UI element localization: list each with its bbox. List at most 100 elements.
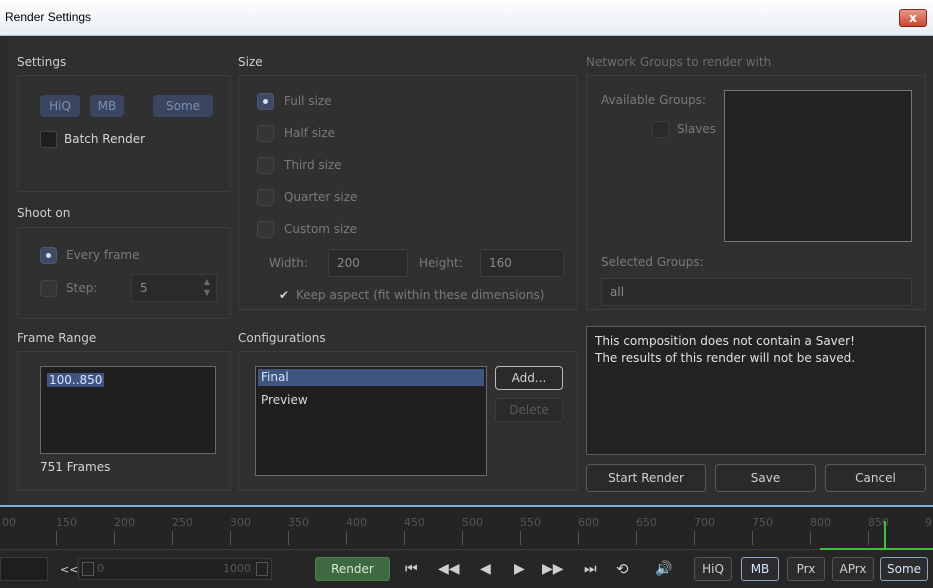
frame-range-label: Frame Range (17, 331, 97, 345)
frame-count: 751 Frames (40, 460, 111, 474)
close-icon: x (909, 11, 917, 25)
shoot-on-group: Every frame Step: 5 ▲ ▼ (17, 227, 231, 319)
warning-message: This composition does not contain a Save… (586, 326, 926, 455)
timeline-hiq-button[interactable]: HiQ (694, 557, 732, 581)
step-forward-icon[interactable]: ▶▶ (542, 561, 564, 577)
config-item-final[interactable]: Final (258, 369, 484, 386)
step-spinbox[interactable]: 5 ▲ ▼ (131, 274, 217, 302)
close-button[interactable]: x (899, 9, 927, 27)
slaves-label: Slaves (677, 122, 717, 136)
ruler-tick (752, 531, 753, 545)
ruler-tick-label: 600 (578, 516, 599, 529)
step-label: Step: (66, 281, 98, 295)
step-back-icon[interactable]: ◀◀ (438, 561, 460, 577)
save-button[interactable]: Save (715, 464, 816, 492)
ruler-tick (230, 531, 231, 545)
ruler-tick (56, 531, 57, 545)
ruler-tick (462, 531, 463, 545)
go-to-end-icon[interactable]: ⏭ (584, 561, 597, 577)
add-button[interactable]: Add... (495, 366, 563, 390)
ruler-tick (694, 531, 695, 545)
timeline-some-button[interactable]: Some (880, 557, 928, 581)
network-groups-group: Available Groups: Slaves Selected Groups… (586, 75, 926, 310)
loop-icon[interactable]: ⟲ (616, 561, 629, 577)
step-radio[interactable] (40, 280, 57, 297)
render-settings-dialog: Settings HiQ MB Some Batch Render Shoot … (8, 37, 933, 505)
transport-bar: << 0 1000 Render ⏮ ◀◀ ◀ ▶ ▶▶ ⏭ ⟲ 🔊 HiQ M… (0, 551, 933, 588)
range-start-value: 0 (97, 562, 104, 575)
ruler-tick (578, 531, 579, 545)
config-item-preview[interactable]: Preview (258, 392, 484, 409)
go-to-start-icon[interactable]: ⏮ (405, 561, 418, 577)
third-size-label: Third size (284, 158, 342, 172)
every-frame-label: Every frame (66, 248, 140, 262)
batch-render-checkbox[interactable] (40, 131, 57, 148)
ruler-tick (520, 531, 521, 545)
range-end-handle[interactable] (256, 562, 268, 576)
configurations-group: Final Preview Add... Delete (238, 351, 578, 491)
range-end-value: 1000 (223, 562, 251, 575)
third-size-radio[interactable] (257, 157, 274, 174)
ruler-tick-label: 350 (288, 516, 309, 529)
custom-size-label: Custom size (284, 222, 358, 236)
batch-render-label: Batch Render (64, 132, 146, 146)
available-groups-list[interactable] (724, 90, 912, 242)
render-button[interactable]: Render (315, 557, 390, 581)
selected-groups-field[interactable]: all (601, 278, 912, 306)
ruler-tick-label: 150 (56, 516, 77, 529)
spinner-arrows-icon[interactable]: ▲ ▼ (204, 276, 210, 298)
keep-aspect-check-icon[interactable]: ✔ (279, 288, 289, 302)
height-field[interactable]: 160 (480, 249, 564, 277)
ruler-tick-label: 9 (925, 516, 932, 529)
half-size-label: Half size (284, 126, 336, 140)
timeline-mb-button[interactable]: MB (741, 557, 779, 581)
frame-range-input[interactable]: 100..850 (40, 366, 216, 454)
slaves-checkbox[interactable] (652, 121, 669, 138)
timeline-aprx-button[interactable]: APrx (832, 557, 874, 581)
network-groups-label: Network Groups to render with (586, 55, 772, 69)
warning-line-1: This composition does not contain a Save… (595, 334, 855, 348)
current-frame-field[interactable] (0, 557, 48, 581)
size-label: Size (238, 55, 263, 69)
mb-button[interactable]: MB (90, 95, 124, 117)
configurations-list[interactable]: Final Preview (255, 366, 487, 476)
play-reverse-icon[interactable]: ◀ (480, 561, 491, 577)
ruler-tick-label: 750 (752, 516, 773, 529)
range-slider[interactable]: 0 1000 (78, 558, 272, 580)
rewind-icon[interactable]: << (60, 562, 78, 578)
width-label: Width: (269, 256, 308, 270)
title-bar: Render Settings x (0, 0, 933, 36)
quarter-size-radio[interactable] (257, 189, 274, 206)
frame-range-group: 100..850 751 Frames (17, 351, 231, 491)
range-start-handle[interactable] (82, 562, 94, 576)
settings-label: Settings (17, 55, 67, 69)
width-field[interactable]: 200 (328, 249, 408, 277)
ruler-tick-label: 450 (404, 516, 425, 529)
audio-icon[interactable]: 🔊 (655, 561, 672, 577)
frame-range-value: 100..850 (47, 373, 105, 387)
play-icon[interactable]: ▶ (514, 561, 525, 577)
hiq-button[interactable]: HiQ (40, 95, 80, 117)
start-render-button[interactable]: Start Render (586, 464, 706, 492)
ruler-tick (868, 531, 869, 545)
delete-button[interactable]: Delete (495, 398, 563, 422)
settings-group: HiQ MB Some Batch Render (17, 75, 231, 192)
ruler-tick-label: 500 (462, 516, 483, 529)
quarter-size-label: Quarter size (284, 190, 358, 204)
ruler-tick-label: 300 (230, 516, 251, 529)
ruler-tick (172, 531, 173, 545)
full-size-radio[interactable] (257, 93, 274, 110)
some-button[interactable]: Some (153, 95, 213, 117)
cancel-button[interactable]: Cancel (825, 464, 926, 492)
timeline-prx-button[interactable]: Prx (787, 557, 825, 581)
full-size-label: Full size (284, 94, 332, 108)
every-frame-radio[interactable] (40, 247, 57, 264)
playhead[interactable] (884, 521, 886, 549)
time-ruler[interactable]: 00 150 200 250 300 350 400 450 500 550 6… (0, 507, 933, 550)
half-size-radio[interactable] (257, 125, 274, 142)
ruler-tick-label: 400 (346, 516, 367, 529)
timeline[interactable]: 00 150 200 250 300 350 400 450 500 550 6… (0, 507, 933, 588)
ruler-tick (346, 531, 347, 545)
selected-groups-label: Selected Groups: (601, 255, 704, 269)
custom-size-radio[interactable] (257, 221, 274, 238)
